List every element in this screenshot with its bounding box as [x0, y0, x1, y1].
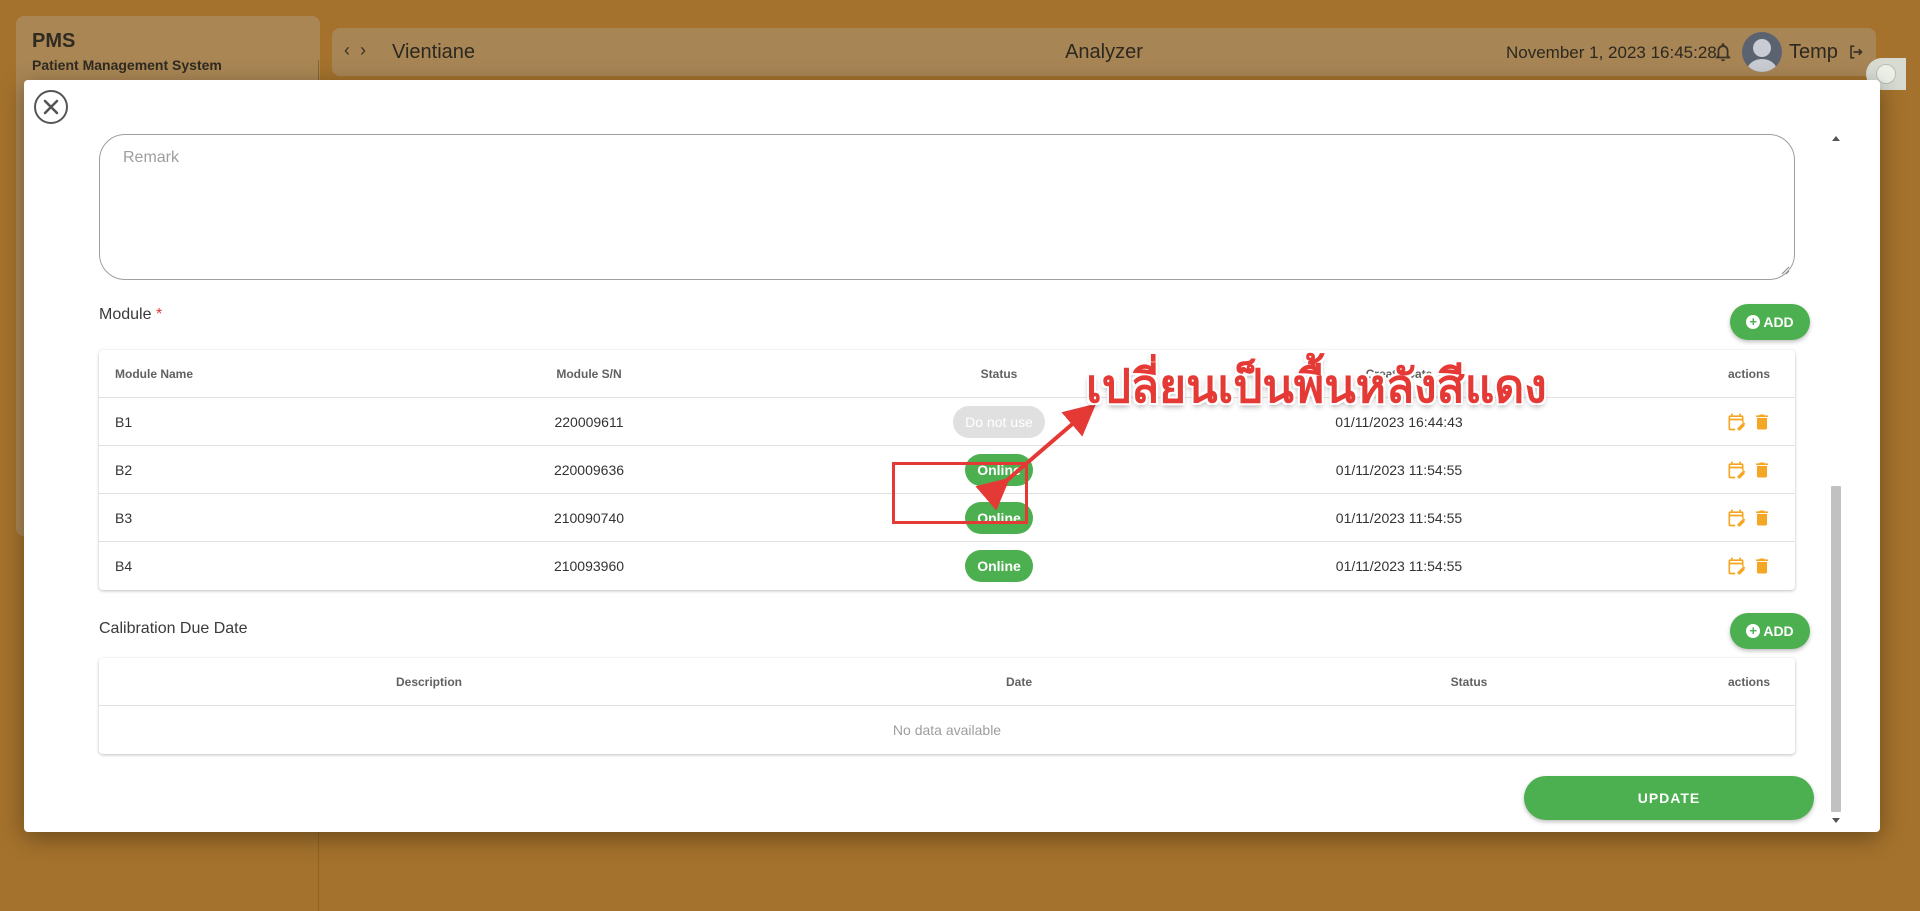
delete-icon[interactable]: [1752, 507, 1772, 529]
status-chip[interactable]: Online: [965, 550, 1033, 582]
logout-icon[interactable]: [1846, 41, 1866, 63]
delete-icon[interactable]: [1752, 411, 1772, 433]
module-name: B2: [115, 461, 133, 478]
edit-analyzer-dialog: Module * + ADD Module Name Module S/N St…: [24, 80, 1880, 832]
user-name[interactable]: Temp: [1789, 41, 1838, 64]
col-status[interactable]: Status: [1289, 658, 1649, 705]
top-bar: ‹ › Vientiane Analyzer November 1, 2023 1…: [332, 28, 1876, 76]
remark-input[interactable]: [100, 135, 1794, 279]
required-mark: *: [155, 306, 163, 323]
module-sn: 210090740: [553, 509, 625, 526]
create-date: 01/11/2023 11:54:55: [1335, 558, 1463, 574]
edit-calendar-icon[interactable]: [1726, 555, 1746, 577]
edit-calendar-icon[interactable]: [1726, 459, 1746, 481]
col-actions: actions: [1727, 366, 1770, 381]
resize-grip-icon[interactable]: [1780, 265, 1790, 275]
empty-state: No data available: [892, 722, 1002, 738]
calibration-section-label: Calibration Due Date: [99, 620, 248, 637]
scroll-up-arrow[interactable]: [1832, 136, 1840, 141]
plus-circle-icon: +: [1746, 624, 1761, 638]
col-actions: actions: [1727, 674, 1770, 689]
brand-subtitle: Patient Management System: [32, 57, 222, 73]
delete-icon[interactable]: [1752, 459, 1772, 481]
module-sn: 220009636: [553, 461, 625, 478]
add-calibration-button[interactable]: + ADD: [1730, 613, 1810, 649]
module-name: B1: [115, 413, 133, 430]
module-label: Module: [99, 306, 152, 323]
datetime: November 1, 2023 16:45:28: [1506, 43, 1717, 62]
col-status[interactable]: Status: [919, 350, 1079, 397]
close-icon: [43, 99, 59, 115]
plus-circle-icon: +: [1746, 315, 1761, 329]
remark-field[interactable]: [99, 134, 1795, 280]
avatar[interactable]: [1742, 32, 1782, 72]
add-module-button[interactable]: + ADD: [1730, 304, 1810, 340]
module-sn: 220009611: [554, 413, 624, 430]
delete-icon[interactable]: [1752, 555, 1772, 577]
col-description[interactable]: Description: [99, 658, 759, 705]
add-module-label: ADD: [1763, 314, 1794, 330]
col-module-sn[interactable]: Module S/N: [459, 350, 719, 397]
add-calibration-label: ADD: [1763, 623, 1794, 639]
module-section-label: Module *: [99, 306, 162, 324]
module-sn: 210093960: [553, 558, 625, 574]
create-date: 01/11/2023 11:54:55: [1335, 509, 1463, 526]
brand: PMS Patient Management System: [32, 30, 222, 73]
create-date: 01/11/2023 11:54:55: [1335, 461, 1463, 478]
col-module-name[interactable]: Module Name: [115, 350, 193, 397]
scrollbar[interactable]: [1830, 132, 1842, 832]
edit-calendar-icon[interactable]: [1726, 507, 1746, 529]
brand-title: PMS: [32, 30, 76, 52]
calibration-table-header: Description Date Status actions: [99, 658, 1795, 706]
scrollbar-thumb[interactable]: [1831, 486, 1841, 812]
update-button[interactable]: UPDATE: [1524, 776, 1814, 820]
annotation-text: เปลี่ยนเป็นพื้นหลังสีแดง: [1086, 359, 1547, 413]
col-date[interactable]: Date: [819, 658, 1219, 705]
calibration-table: Description Date Status actions No data …: [99, 658, 1795, 754]
bell-icon[interactable]: [1712, 40, 1734, 64]
table-row: B4 210093960 Online 01/11/2023 11:54:55: [99, 542, 1795, 590]
module-name: B3: [115, 509, 133, 526]
scroll-down-arrow[interactable]: [1832, 818, 1840, 823]
close-button[interactable]: [34, 90, 68, 124]
module-name: B4: [115, 558, 133, 574]
edit-calendar-icon[interactable]: [1726, 411, 1746, 433]
